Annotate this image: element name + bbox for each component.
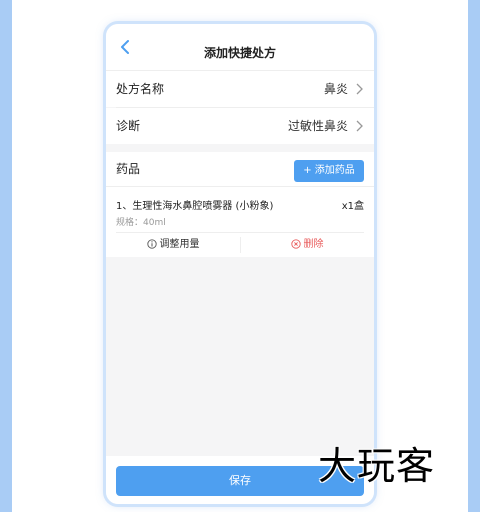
delete-medicine-label: 删除	[303, 239, 324, 250]
adjust-dosage-button[interactable]: 调整用量	[106, 232, 240, 258]
diagnosis-value: 过敏性鼻炎	[287, 119, 348, 133]
diagnosis-row[interactable]: 诊断 过敏性鼻炎	[106, 108, 374, 144]
chevron-right-icon	[356, 83, 363, 95]
medicine-quantity: x1盒	[341, 201, 364, 212]
medicine-name: 1、生理性海水鼻腔喷雾器 (小粉象)	[116, 201, 274, 212]
nav-bar: 添加快捷处方	[106, 24, 374, 71]
diagnosis-label: 诊断	[116, 119, 141, 133]
close-circle-icon	[290, 239, 301, 249]
prescription-name-row[interactable]: 处方名称 鼻炎	[106, 71, 374, 107]
medicine-section-header: 药品 + 添加药品	[106, 152, 374, 186]
medicine-spec: 规格：40ml	[116, 218, 166, 228]
chevron-right-icon	[356, 120, 363, 132]
prescription-name-label: 处方名称	[116, 82, 165, 96]
prescription-name-value: 鼻炎	[323, 82, 348, 96]
info-circle-icon	[146, 239, 157, 249]
watermark-logo: 大玩客	[318, 444, 436, 488]
adjust-dosage-label: 调整用量	[159, 239, 200, 250]
stage: 添加快捷处方 处方名称 鼻炎 诊断 过敏性鼻炎 药品 + 添加药品 1、生理性海…	[0, 0, 480, 512]
medicine-list-item: 1、生理性海水鼻腔喷雾器 (小粉象) x1盒 规格：40ml 调整用量 删除	[106, 187, 374, 257]
add-medicine-button[interactable]: + 添加药品	[294, 160, 364, 182]
page-title: 添加快捷处方	[203, 46, 276, 60]
delete-medicine-button[interactable]: 删除	[240, 232, 374, 258]
phone-screen: 添加快捷处方 处方名称 鼻炎 诊断 过敏性鼻炎 药品 + 添加药品 1、生理性海…	[106, 24, 374, 504]
medicine-section-label: 药品	[116, 162, 141, 176]
